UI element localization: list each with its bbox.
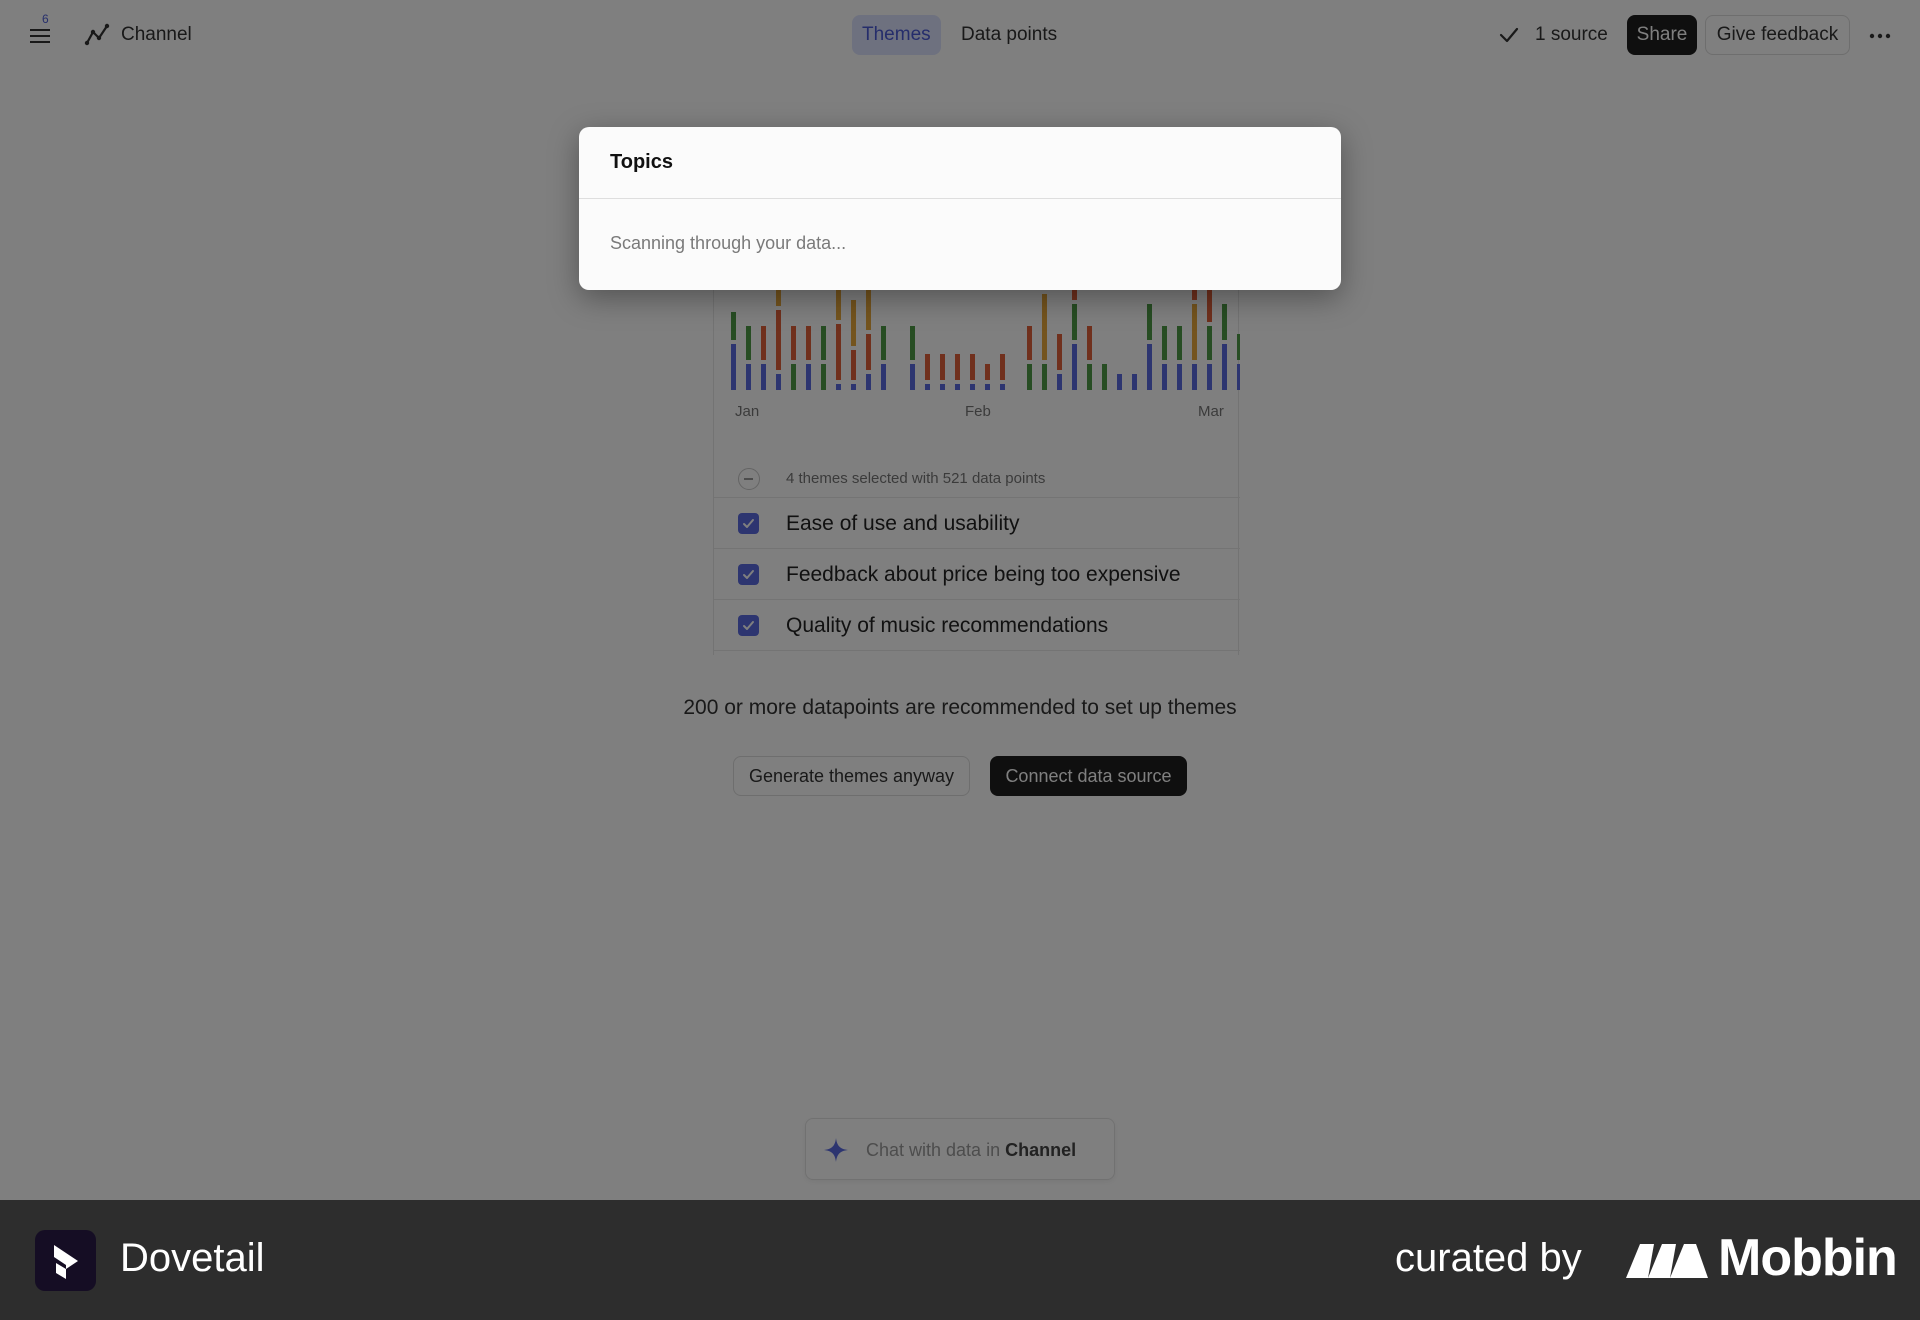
- app-name: Dovetail: [120, 1236, 265, 1280]
- dialog-divider: [579, 198, 1341, 199]
- brand-name: Mobbin: [1718, 1229, 1898, 1287]
- mobbin-logo-icon: [1626, 1244, 1708, 1278]
- curated-by-text: curated by: [1395, 1236, 1582, 1280]
- topics-dialog: Topics Scanning through your data...: [579, 127, 1341, 290]
- dialog-status-text: Scanning through your data...: [610, 233, 847, 253]
- dovetail-logo-icon: [35, 1230, 96, 1291]
- dialog-title: Topics: [610, 151, 673, 173]
- footer-banner: Dovetail curated by Mobbin: [0, 1200, 1920, 1320]
